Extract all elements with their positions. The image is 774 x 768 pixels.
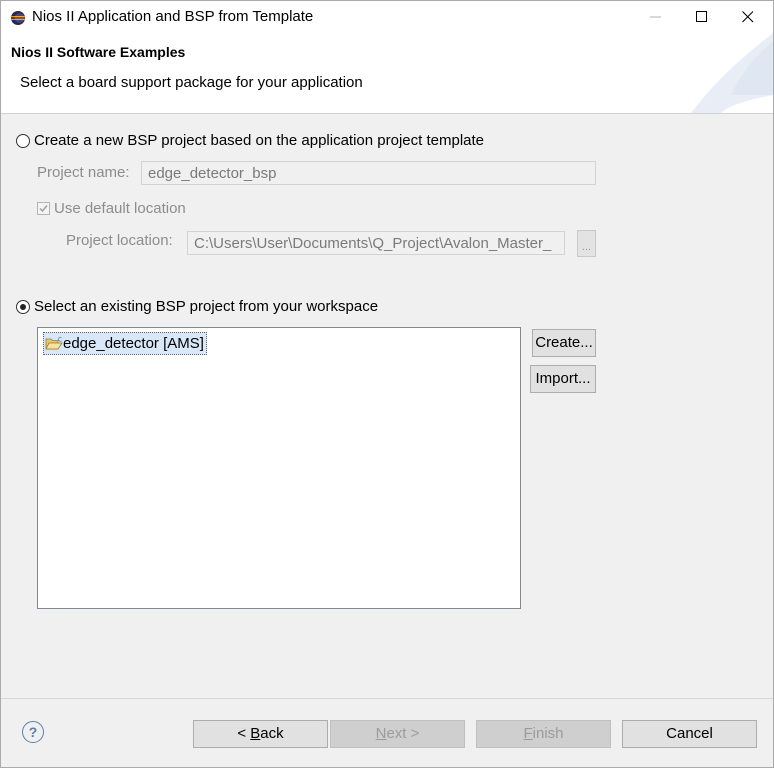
banner-title: Nios II Software Examples [11,44,186,60]
back-rest: ack [260,725,284,742]
next-mnemonic: N [375,725,387,742]
title-bar: Nios II Application and BSP from Templat… [1,1,773,33]
dialog-window: Nios II Application and BSP from Templat… [0,0,774,768]
list-item[interactable]: C edge_detector [AMS] [43,332,207,355]
existing-bsp-radio[interactable] [16,300,30,314]
help-icon[interactable]: ? [22,721,44,743]
finish-mnemonic: F [523,725,533,742]
use-default-location-checkbox[interactable] [37,202,50,215]
finish-rest: inish [532,725,564,742]
svg-text:C: C [58,336,62,343]
project-name-label: Project name: [37,164,130,181]
project-location-label: Project location: [66,232,173,249]
window-title: Nios II Application and BSP from Templat… [32,8,314,25]
open-project-folder-icon: C [45,336,63,349]
footer-separator [1,698,773,699]
import-button[interactable]: Import... [530,365,596,393]
maximize-icon [696,11,707,22]
cancel-button[interactable]: Cancel [622,720,757,748]
close-button[interactable] [725,1,771,33]
bsp-project-list[interactable]: C edge_detector [AMS] [37,327,521,609]
finish-button[interactable]: Finish [476,720,611,748]
existing-bsp-radio-label[interactable]: Select an existing BSP project from your… [34,298,378,315]
checkmark-icon [39,205,48,213]
maximize-button[interactable] [679,1,725,33]
back-prefix: < [237,725,251,742]
new-bsp-radio[interactable] [16,134,30,148]
banner-description: Select a board support package for your … [20,74,363,91]
radio-selected-dot [20,304,26,310]
minimize-icon [650,16,661,18]
next-rest: ext > [386,725,420,742]
create-button[interactable]: Create... [532,329,596,357]
project-location-field[interactable]: C:\Users\User\Documents\Q_Project\Avalon… [187,231,565,255]
back-button[interactable]: < Back [193,720,328,748]
minimize-button[interactable] [633,1,679,33]
eclipse-icon [11,11,25,25]
new-bsp-radio-label[interactable]: Create a new BSP project based on the ap… [34,132,484,149]
close-icon [742,11,754,23]
back-mnemonic: B [250,725,261,742]
wizard-banner: Nios II Software Examples Select a board… [1,33,773,114]
next-button[interactable]: Next > [330,720,465,748]
use-default-location-label: Use default location [54,200,186,217]
project-name-field[interactable]: edge_detector_bsp [141,161,596,185]
browse-location-button[interactable]: ... [577,230,596,257]
bsp-project-label: edge_detector [AMS] [63,335,204,352]
banner-decoration-icon [691,33,773,113]
